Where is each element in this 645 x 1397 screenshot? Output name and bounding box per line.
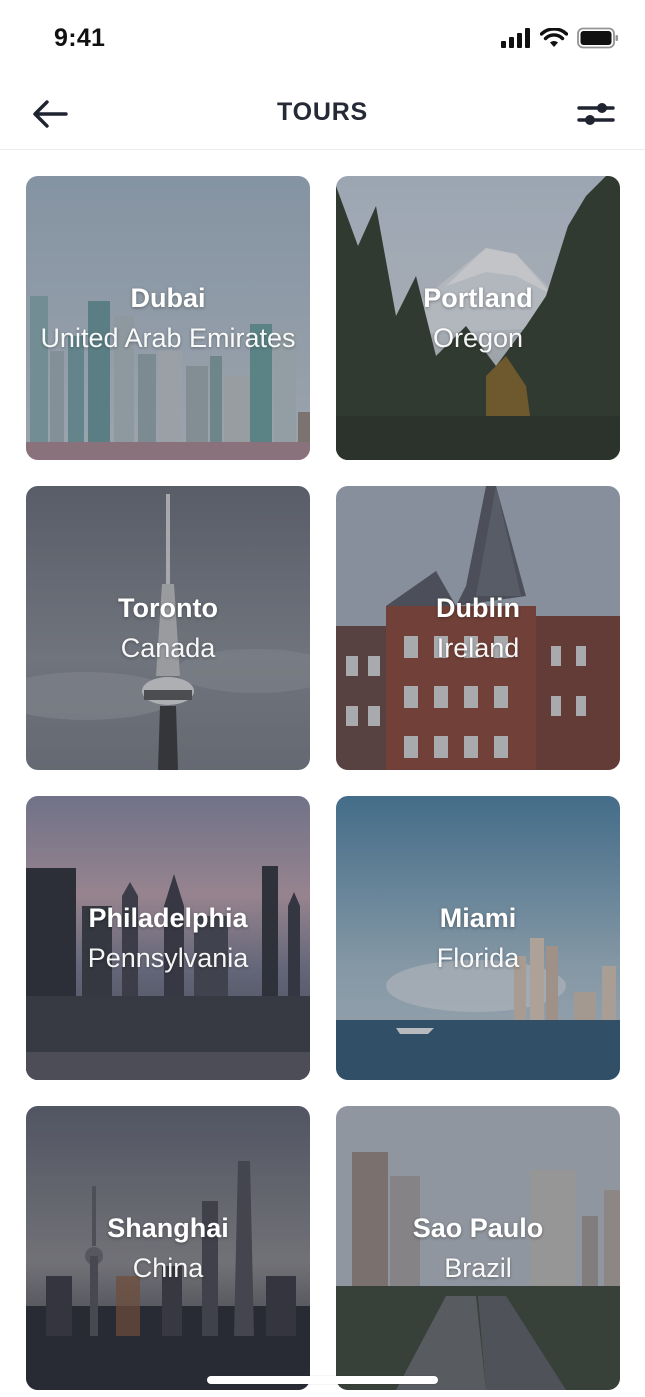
battery-icon: [577, 27, 618, 49]
tour-grid: Dubai United Arab Emirates Portland Oreg…: [26, 176, 620, 1390]
status-icons: [501, 27, 619, 49]
tour-region: Pennsylvania: [87, 943, 249, 973]
status-time: 9:41: [54, 24, 106, 52]
tour-region: Brazil: [444, 1253, 512, 1283]
tour-region: Ireland: [436, 633, 520, 663]
tour-region: China: [132, 1253, 204, 1283]
card-caption: Portland Oregon: [336, 278, 620, 358]
card-caption: Toronto Canada: [26, 588, 310, 668]
tour-city: Philadelphia: [88, 903, 248, 933]
cellular-signal-icon: [501, 28, 530, 48]
tour-card-dubai[interactable]: Dubai United Arab Emirates: [26, 176, 310, 460]
card-caption: Miami Florida: [336, 898, 620, 978]
tour-card-portland[interactable]: Portland Oregon: [336, 176, 620, 460]
wifi-icon: [540, 28, 568, 47]
tour-card-toronto[interactable]: Toronto Canada: [26, 486, 310, 770]
tour-card-shanghai[interactable]: Shanghai China: [26, 1106, 310, 1390]
card-caption: Sao Paulo Brazil: [336, 1208, 620, 1288]
page-title: TOURS: [276, 98, 369, 126]
tour-region: Canada: [120, 633, 216, 663]
card-caption: Dublin Ireland: [336, 588, 620, 668]
tour-card-sao-paulo[interactable]: Sao Paulo Brazil: [336, 1106, 620, 1390]
status-bar: 9:41: [0, 0, 645, 78]
tour-region: United Arab Emirates: [40, 323, 296, 353]
tour-city: Shanghai: [107, 1213, 229, 1243]
tour-card-miami[interactable]: Miami Florida: [336, 796, 620, 1080]
nav-bar: TOURS: [0, 78, 645, 150]
tour-card-philadelphia[interactable]: Philadelphia Pennsylvania: [26, 796, 310, 1080]
tour-city: Portland: [423, 283, 533, 313]
home-indicator[interactable]: [207, 1376, 438, 1384]
sliders-icon: [577, 103, 615, 125]
tour-city: Sao Paulo: [412, 1213, 544, 1243]
tour-city: Dubai: [130, 283, 206, 313]
tour-region: Oregon: [432, 323, 524, 353]
card-caption: Shanghai China: [26, 1208, 310, 1288]
card-caption: Dubai United Arab Emirates: [26, 278, 310, 358]
tour-city: Dublin: [436, 593, 520, 623]
card-caption: Philadelphia Pennsylvania: [26, 898, 310, 978]
tour-card-dublin[interactable]: Dublin Ireland: [336, 486, 620, 770]
tour-city: Toronto: [118, 593, 218, 623]
tour-city: Miami: [439, 903, 517, 933]
filter-button[interactable]: [575, 96, 617, 132]
tour-region: Florida: [436, 943, 520, 973]
